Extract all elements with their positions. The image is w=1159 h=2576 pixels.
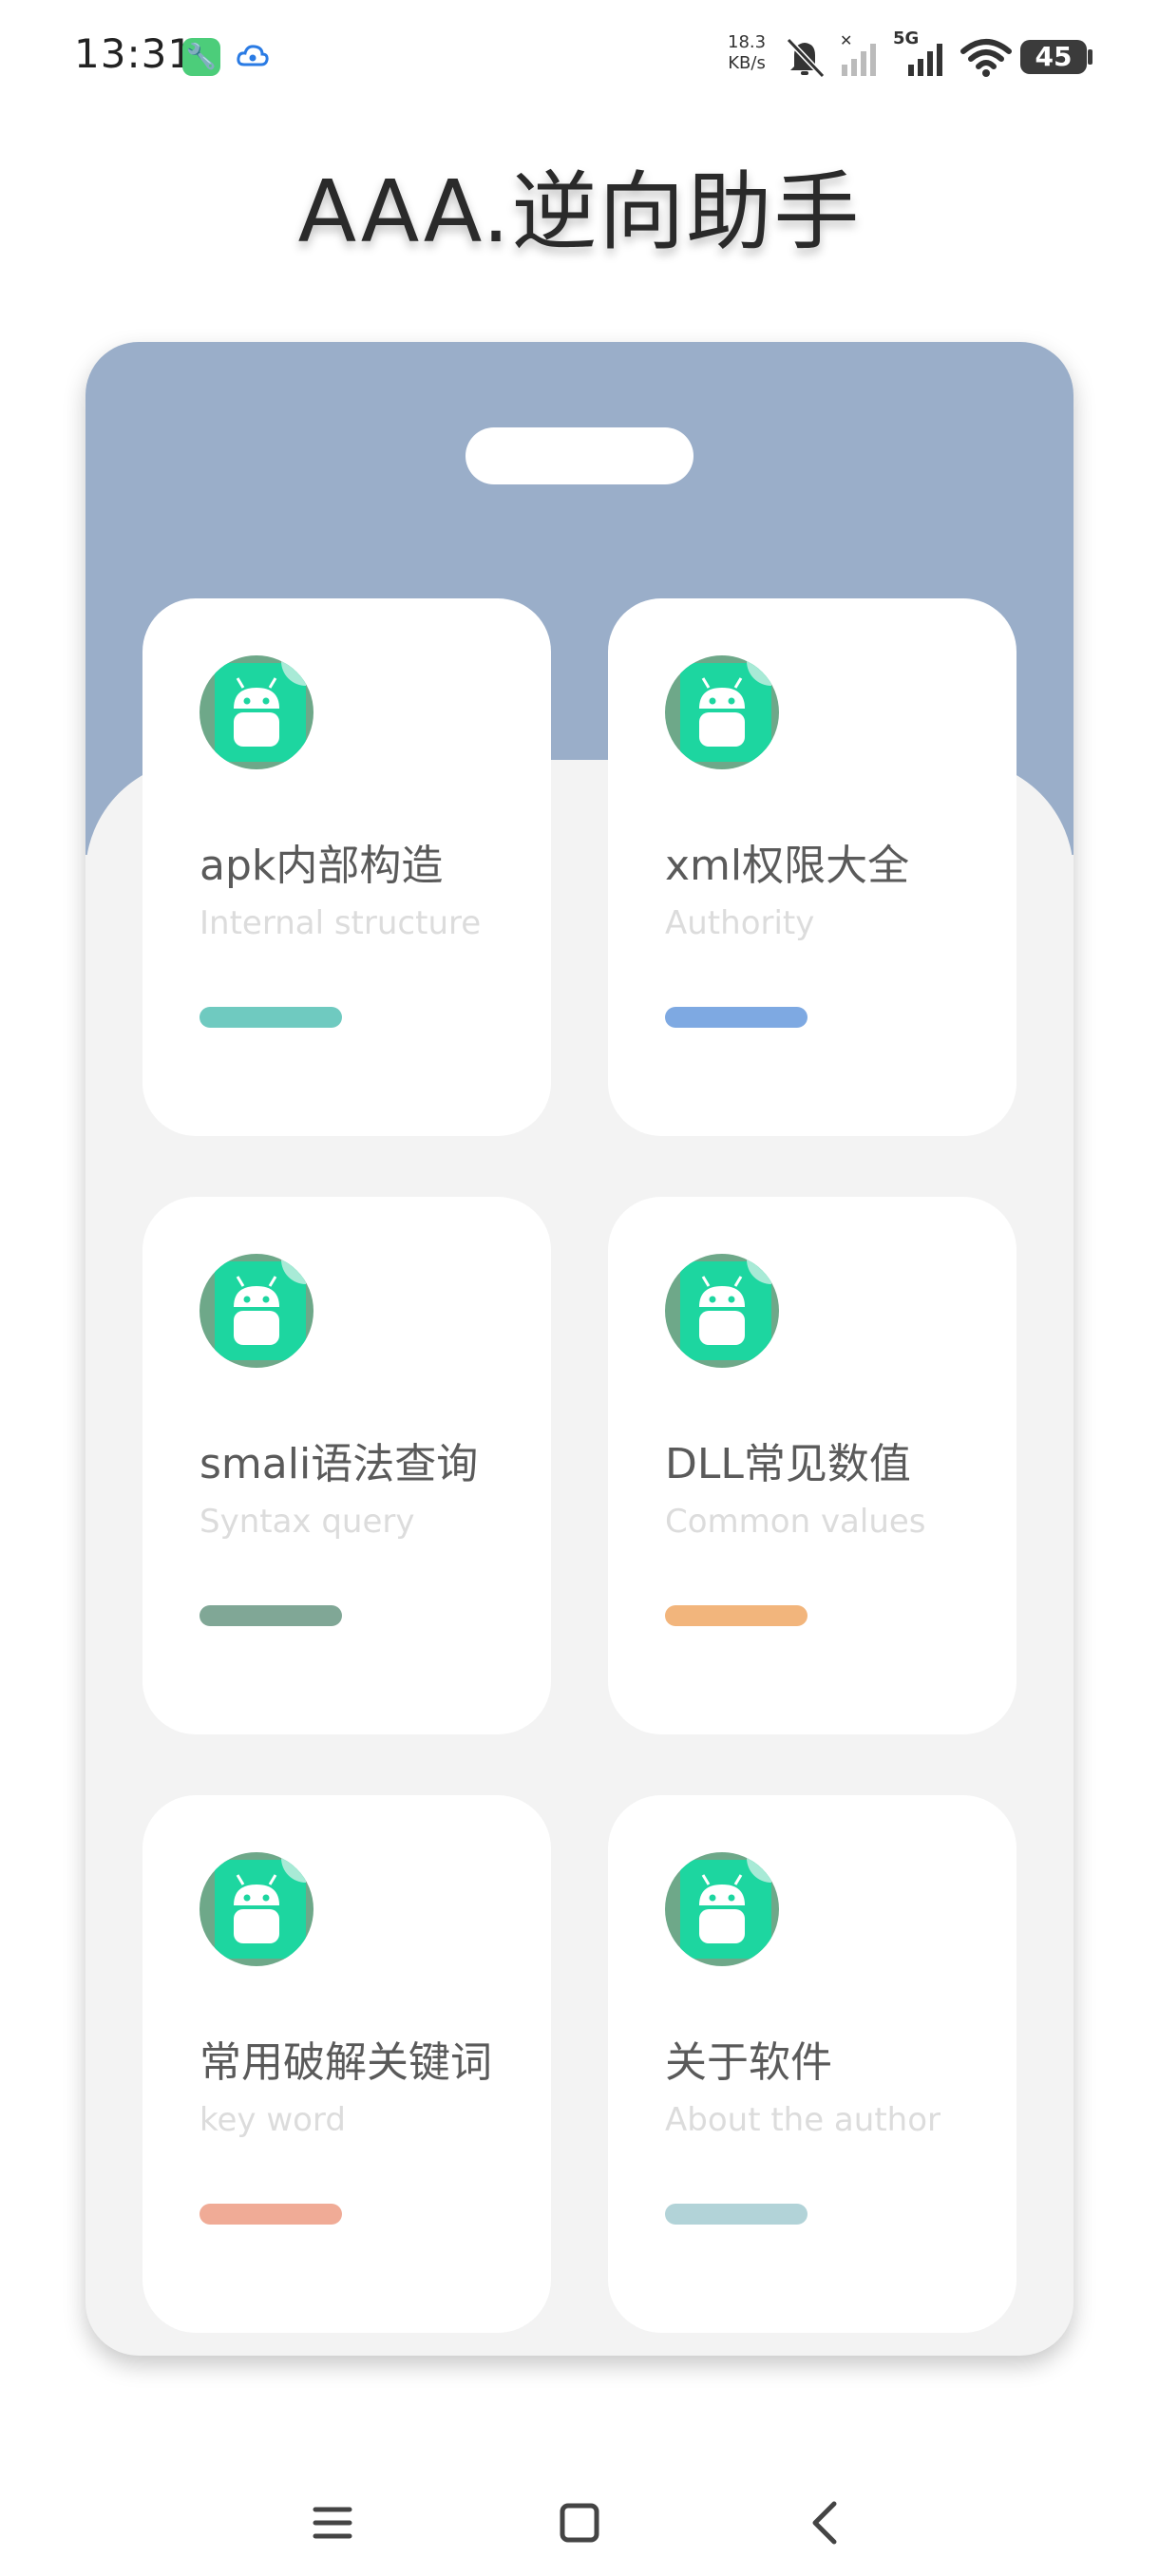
card-subtitle: Syntax query	[200, 1503, 415, 1541]
card-dll-values[interactable]: DLL常见数值 Common values	[608, 1197, 1016, 1734]
card-subtitle: Internal structure	[200, 904, 482, 942]
main-panel: apk内部构造 Internal structure xml权限大全 Autho…	[86, 342, 1074, 2356]
mute-icon	[786, 37, 826, 79]
card-title: 常用破解关键词	[200, 2038, 492, 2087]
card-subtitle: Common values	[665, 1503, 926, 1541]
card-title: apk内部构造	[200, 842, 444, 890]
android-icon	[200, 655, 314, 769]
card-title: DLL常见数值	[665, 1440, 911, 1488]
back-icon[interactable]	[788, 2485, 864, 2561]
status-bar: 13:31 🔧 18.3 KB/s ✕ 5G 45	[0, 0, 1159, 114]
card-xml-permissions[interactable]: xml权限大全 Authority	[608, 598, 1016, 1136]
card-accent-bar	[200, 2204, 342, 2225]
menu-icon[interactable]	[294, 2485, 370, 2561]
net-speed: 18.3 KB/s	[728, 32, 766, 74]
android-icon	[200, 1852, 314, 1966]
net-speed-value: 18.3	[728, 32, 767, 52]
android-icon	[665, 1852, 779, 1966]
svg-text:✕: ✕	[840, 32, 852, 49]
card-crack-keywords[interactable]: 常用破解关键词 key word	[142, 1795, 551, 2333]
card-smali-syntax[interactable]: smali语法查询 Syntax query	[142, 1197, 551, 1734]
card-title: smali语法查询	[200, 1440, 479, 1488]
card-about-software[interactable]: 关于软件 About the author	[608, 1795, 1016, 2333]
card-accent-bar	[665, 2204, 808, 2225]
card-subtitle: Authority	[665, 904, 815, 942]
card-subtitle: About the author	[665, 2101, 940, 2139]
card-title: 关于软件	[665, 2038, 832, 2087]
wrench-app-icon: 🔧	[182, 38, 220, 76]
page-title: AAA.逆向助手	[297, 162, 862, 262]
battery-icon: 45	[1020, 40, 1092, 74]
card-apk-structure[interactable]: apk内部构造 Internal structure	[142, 598, 551, 1136]
android-icon	[200, 1254, 314, 1368]
card-title: xml权限大全	[665, 842, 910, 890]
system-nav-bar	[0, 2470, 1159, 2576]
android-icon	[665, 655, 779, 769]
card-subtitle: key word	[200, 2101, 346, 2139]
card-accent-bar	[200, 1605, 342, 1626]
no-signal-icon: ✕	[840, 32, 876, 76]
signal-icon	[908, 44, 942, 76]
card-accent-bar	[665, 1605, 808, 1626]
android-icon	[665, 1254, 779, 1368]
net-speed-unit: KB/s	[728, 53, 766, 73]
home-icon[interactable]	[542, 2485, 618, 2561]
wifi-icon	[960, 39, 1012, 77]
panel-handle	[466, 427, 694, 484]
card-accent-bar	[200, 1007, 342, 1028]
card-accent-bar	[665, 1007, 808, 1028]
cloud-app-icon	[237, 45, 269, 66]
clock: 13:31	[74, 30, 195, 77]
